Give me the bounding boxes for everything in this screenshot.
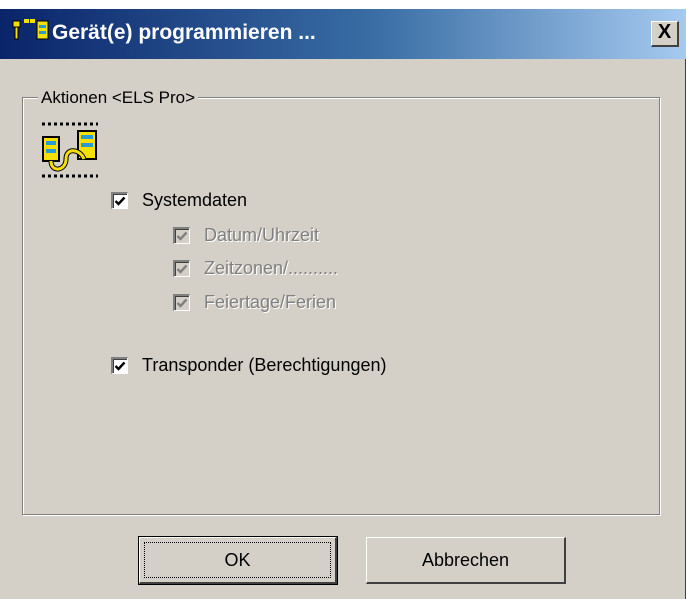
- checkbox-label: Systemdaten: [142, 190, 248, 210]
- close-button[interactable]: X: [651, 21, 679, 47]
- checkbox-box[interactable]: [111, 356, 128, 374]
- checkbox-label: Zeitzonen/..........: [204, 258, 339, 278]
- checkbox-box[interactable]: [173, 259, 190, 277]
- checkbox-box[interactable]: [173, 293, 190, 311]
- checkbox-zeitzonen[interactable]: Zeitzonen/..........: [173, 257, 338, 279]
- checkmark-icon: [114, 361, 126, 371]
- groupbox-legend: Aktionen <ELS Pro>: [38, 88, 199, 108]
- checkmark-icon: [176, 231, 188, 241]
- checkbox-datum-uhrzeit[interactable]: Datum/Uhrzeit: [173, 224, 319, 246]
- checkbox-systemdaten[interactable]: Systemdaten: [111, 189, 247, 211]
- window-title: Gerät(e) programmieren ...: [52, 21, 316, 44]
- device-link-icon: [42, 122, 98, 178]
- title-bar[interactable]: Gerät(e) programmieren ... X: [0, 9, 686, 59]
- checkbox-transponder[interactable]: Transponder (Berechtigungen): [111, 354, 386, 376]
- checkbox-label: Transponder (Berechtigungen): [142, 355, 387, 375]
- ok-button[interactable]: OK: [138, 536, 338, 585]
- checkbox-box[interactable]: [173, 226, 190, 244]
- dialog-window: Gerät(e) programmieren ... X Aktionen <E…: [0, 9, 686, 599]
- app-icon: [12, 19, 49, 40]
- cancel-button[interactable]: Abbrechen: [366, 537, 566, 584]
- checkbox-label: Feiertage/Ferien: [204, 292, 337, 312]
- focus-rectangle: [144, 542, 331, 578]
- background-fragment: [0, 0, 62, 2]
- checkmark-icon: [114, 196, 126, 206]
- close-icon: X: [657, 21, 672, 43]
- actions-groupbox: [22, 97, 660, 515]
- checkbox-feiertage-ferien[interactable]: Feiertage/Ferien: [173, 291, 336, 313]
- checkbox-label: Datum/Uhrzeit: [204, 225, 320, 245]
- checkmark-icon: [176, 264, 188, 274]
- cancel-button-label: Abbrechen: [421, 550, 510, 570]
- checkbox-box[interactable]: [111, 191, 128, 209]
- checkmark-icon: [176, 298, 188, 308]
